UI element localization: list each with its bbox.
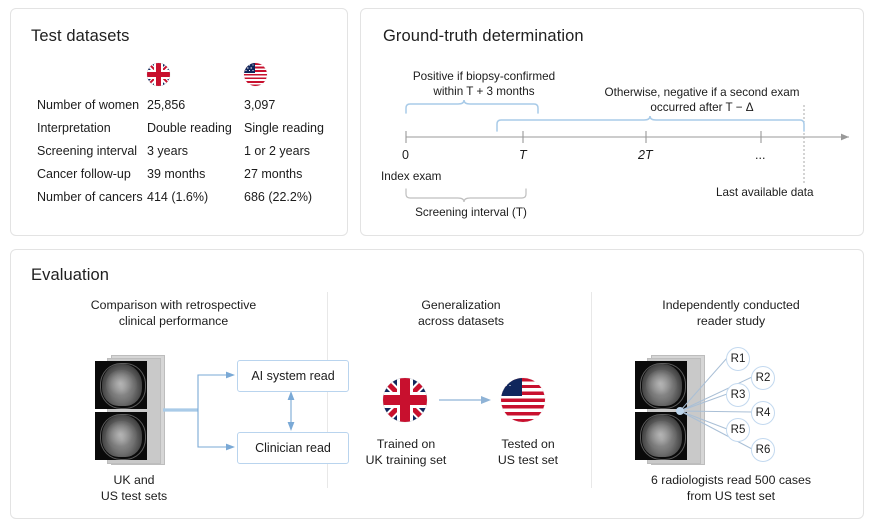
ground-truth-card: Ground-truth determination Positive if b… bbox=[360, 8, 864, 236]
table-header-row bbox=[37, 59, 354, 93]
reader-circle-r6[interactable]: R6 bbox=[751, 438, 775, 462]
screening-interval-label: Screening interval (T) bbox=[391, 205, 551, 220]
row-value-us: 27 months bbox=[244, 167, 354, 181]
brace-negative-window bbox=[497, 116, 804, 131]
row-label: Number of cancers bbox=[37, 190, 147, 204]
reader-circle-r5[interactable]: R5 bbox=[726, 418, 750, 442]
table-row: Cancer follow-up 39 months 27 months bbox=[37, 162, 354, 185]
tick-label-ellipsis: ... bbox=[755, 148, 765, 162]
tick-label-2T: 2T bbox=[638, 148, 653, 162]
row-label: Number of women bbox=[37, 98, 147, 112]
negative-window-label-line1: Otherwise, negative if a second exam bbox=[557, 85, 847, 100]
table-row: Number of women 25,856 3,097 bbox=[37, 93, 354, 116]
row-label: Cancer follow-up bbox=[37, 167, 147, 181]
us-flag-icon bbox=[244, 63, 267, 86]
brace-screening-interval bbox=[406, 189, 526, 202]
row-value-uk: 414 (1.6%) bbox=[147, 190, 244, 204]
row-value-uk: 39 months bbox=[147, 167, 244, 181]
uk-flag-cell bbox=[147, 63, 244, 89]
row-label: Screening interval bbox=[37, 144, 147, 158]
timeline-arrowhead bbox=[841, 134, 849, 141]
reader-line-5 bbox=[680, 411, 727, 429]
table-row: Number of cancers 414 (1.6%) 686 (22.2%) bbox=[37, 185, 354, 208]
test-datasets-table: Number of women 25,856 3,097 Interpretat… bbox=[37, 59, 354, 208]
negative-window-label-line2: occurred after T − Δ bbox=[557, 100, 847, 115]
row-value-us: 686 (22.2%) bbox=[244, 190, 354, 204]
index-exam-label: Index exam bbox=[381, 169, 491, 184]
test-datasets-card: Test datasets Number of women 25,856 bbox=[10, 8, 348, 236]
table-row: Screening interval 3 years 1 or 2 years bbox=[37, 139, 354, 162]
us-flag-cell bbox=[244, 63, 354, 89]
row-value-us: 3,097 bbox=[244, 98, 354, 112]
reader-circle-r3[interactable]: R3 bbox=[726, 383, 750, 407]
row-value-uk: Double reading bbox=[147, 121, 244, 135]
reader-circle-r4[interactable]: R4 bbox=[751, 401, 775, 425]
row-value-us: 1 or 2 years bbox=[244, 144, 354, 158]
reader-convergence-point bbox=[676, 407, 684, 415]
last-available-data-label: Last available data bbox=[716, 185, 856, 200]
uk-flag-icon bbox=[147, 63, 170, 86]
row-value-us: Single reading bbox=[244, 121, 354, 135]
table-row: Interpretation Double reading Single rea… bbox=[37, 116, 354, 139]
brace-positive-window bbox=[406, 100, 538, 113]
row-value-uk: 3 years bbox=[147, 144, 244, 158]
reader-circle-r1[interactable]: R1 bbox=[726, 347, 750, 371]
positive-window-label-line1: Positive if biopsy-confirmed bbox=[389, 69, 579, 84]
tick-label-0: 0 bbox=[402, 148, 409, 162]
column-3-caption-line2: from US test set bbox=[606, 488, 856, 504]
tick-label-T: T bbox=[519, 148, 527, 162]
row-label: Interpretation bbox=[37, 121, 147, 135]
timeline-diagram bbox=[361, 9, 865, 237]
reader-line-4 bbox=[680, 411, 752, 412]
evaluation-card: Evaluation Comparison with retrospective… bbox=[10, 249, 864, 519]
column-3-caption-line1: 6 radiologists read 500 cases bbox=[606, 472, 856, 488]
reader-circle-r2[interactable]: R2 bbox=[751, 366, 775, 390]
test-datasets-title: Test datasets bbox=[31, 27, 130, 46]
reader-line-1 bbox=[680, 358, 727, 411]
positive-window-label-line2: within T + 3 months bbox=[389, 84, 579, 99]
row-value-uk: 25,856 bbox=[147, 98, 244, 112]
